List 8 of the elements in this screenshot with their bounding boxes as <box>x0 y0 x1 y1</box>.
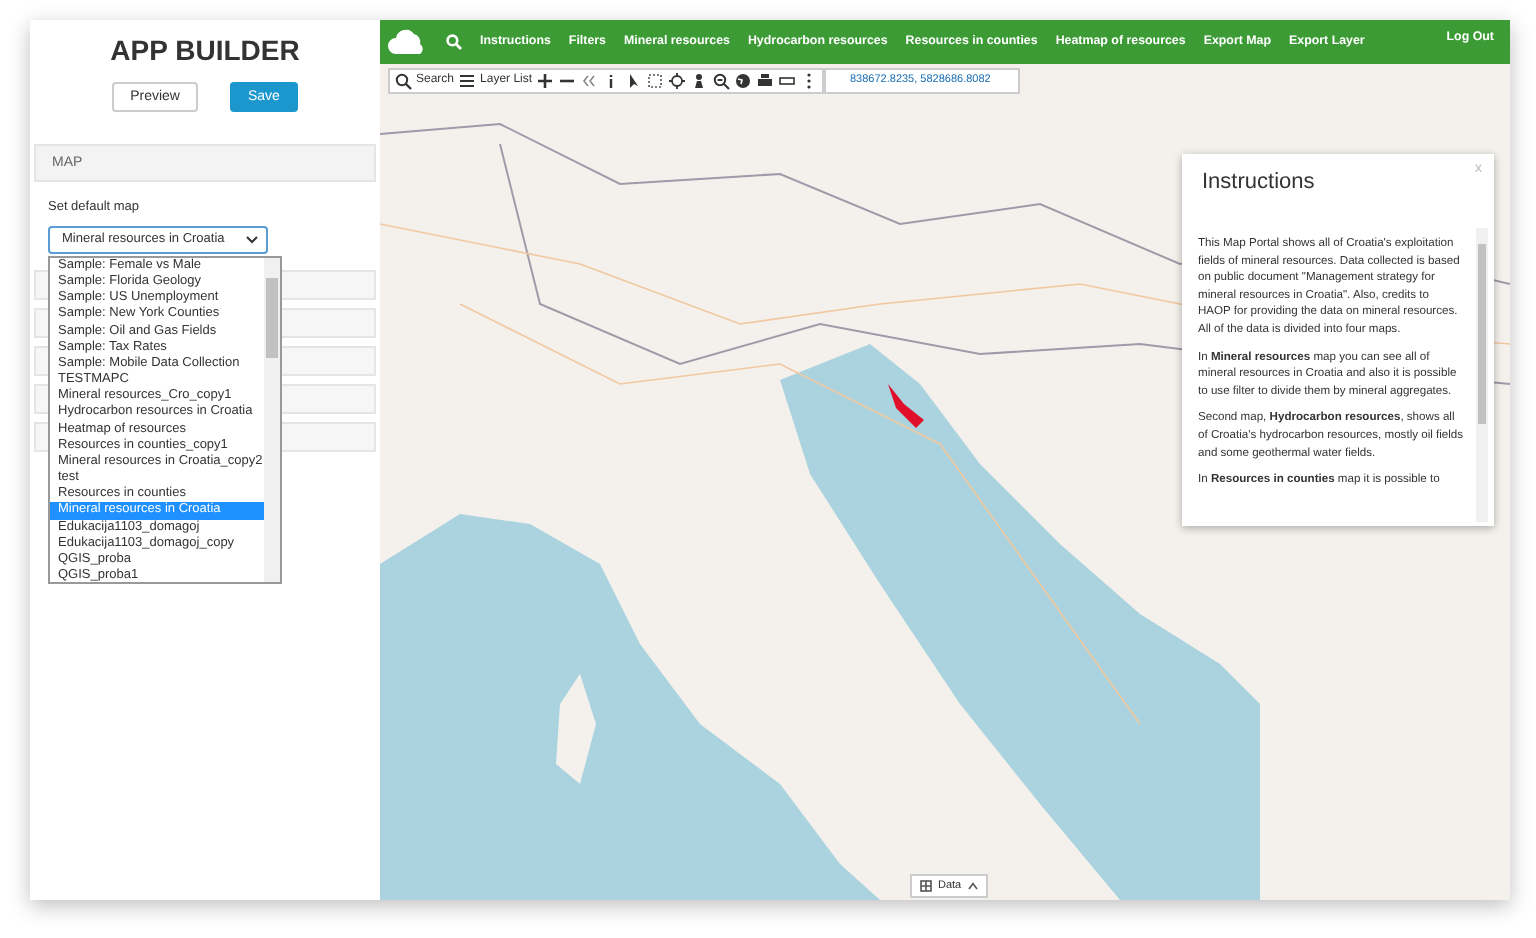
app-title: APP BUILDER <box>108 32 302 70</box>
chevron-down-icon <box>246 236 258 244</box>
scrollbar[interactable] <box>1476 228 1488 522</box>
grid-icon <box>920 879 932 892</box>
dialog-title: Instructions <box>1202 170 1315 196</box>
cloud-icon[interactable] <box>388 28 428 56</box>
chevron-up-icon <box>967 881 978 890</box>
scrollbar[interactable] <box>264 258 280 582</box>
